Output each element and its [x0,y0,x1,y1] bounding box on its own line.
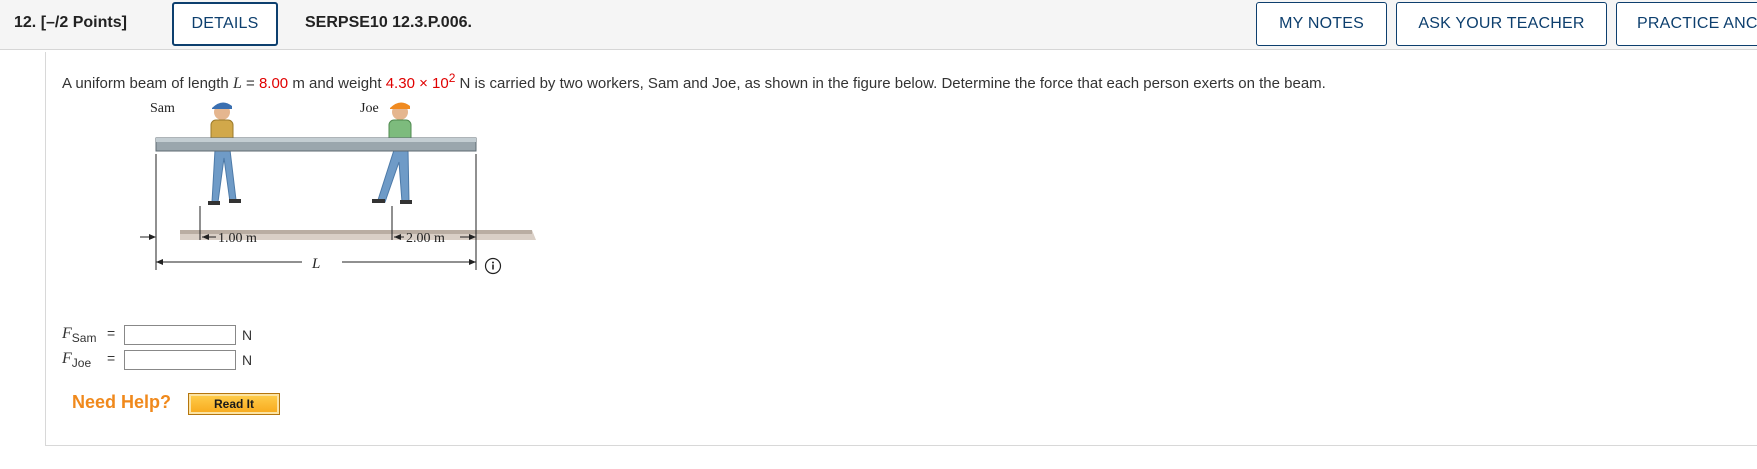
read-it-button[interactable]: Read It [188,393,280,415]
f-joe-subscript: Joe [71,356,92,371]
length-value: 8.00 [258,75,289,92]
problem-code: SERPSE10 12.3.P.006. [305,14,472,31]
joe-figure [372,102,412,204]
problem-text-3: N is carried by two workers, Sam and Joe… [455,75,1326,92]
joe-distance-label: 2.00 m [406,231,445,246]
problem-text-1: A uniform beam of length [62,75,233,92]
answer-row-sam: FSam = N [62,325,262,347]
f-joe-equals: = [107,350,116,366]
f-sam-subscript: Sam [71,331,97,346]
points-text: [–/2 Points] [40,14,127,31]
f-joe-unit: N [242,352,253,368]
practice-button[interactable]: PRACTICE ANC [1616,2,1757,46]
problem-statement: A uniform beam of length L = 8.00 m and … [62,71,1326,93]
f-sam-input[interactable] [124,325,236,345]
length-label: L [311,256,320,272]
f-joe-input[interactable] [124,350,236,370]
beam-figure: Sam Joe 1.00 m 2.00 m L [140,101,536,275]
info-icon[interactable] [484,257,502,275]
problem-text-2: m and weight [288,75,386,92]
beam-highlight [156,138,476,142]
answer-row-joe: FJoe = N [62,350,262,372]
equals-sign: = [241,75,259,92]
my-notes-button[interactable]: MY NOTES [1256,2,1387,46]
f-sam-symbol: F [62,325,72,342]
sam-label: Sam [150,101,175,116]
details-button[interactable]: DETAILS [172,2,278,46]
sam-figure [208,102,241,205]
f-sam-equals: = [107,325,116,341]
weight-value: 4.30 × 10 [385,75,449,92]
joe-label: Joe [360,101,379,116]
f-joe-label: FJoe [62,350,91,370]
ask-teacher-button[interactable]: ASK YOUR TEACHER [1396,2,1607,46]
f-joe-symbol: F [62,350,72,367]
question-number: 12. [–/2 Points] [14,14,127,32]
sam-distance-label: 1.00 m [218,231,257,246]
f-sam-label: FSam [62,325,96,345]
f-sam-unit: N [242,327,253,343]
need-help-label: Need Help? [72,392,172,412]
length-symbol: L [232,75,242,92]
question-header: 12. [–/2 Points] DETAILS SERPSE10 12.3.P… [0,0,1757,50]
question-number-text: 12. [14,14,37,31]
